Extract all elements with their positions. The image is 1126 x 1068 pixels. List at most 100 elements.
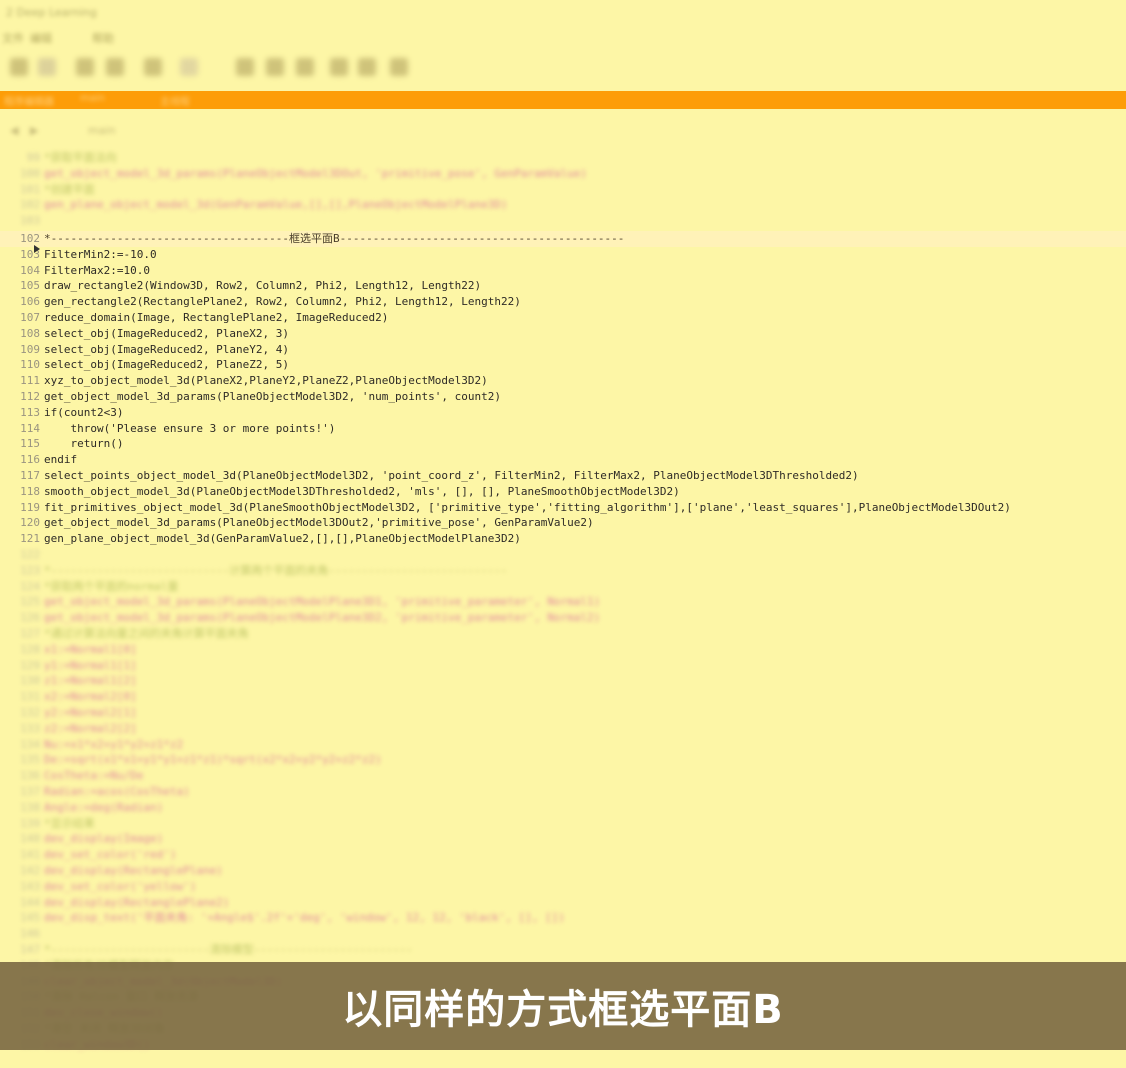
code-line[interactable]: 106 gen_rectangle2(RectanglePlane2, Row2,… (0, 294, 1126, 310)
editor-nav-bar: ◀ ▶ main (0, 118, 1126, 144)
code-line[interactable]: 118 smooth_object_model_3d(PlaneObjectMod… (0, 484, 1126, 500)
code-line[interactable]: 131 x2:=Normal2[0] (0, 689, 1126, 705)
line-number: 106 (20, 295, 40, 309)
code-line[interactable]: 112 get_object_model_3d_params(PlaneObjec… (0, 389, 1126, 405)
code-line[interactable]: 142 dev_display(RectanglePlane) (0, 863, 1126, 879)
menu-item-help[interactable]: 帮助 (92, 30, 114, 46)
measure-icon[interactable] (296, 58, 314, 76)
code-line[interactable]: 101 *创建平面 (0, 182, 1126, 198)
line-number: 121 (20, 532, 40, 546)
menu-item-edit[interactable]: 编辑 (30, 30, 52, 46)
line-number: 113 (20, 405, 40, 419)
line-number: 104 (20, 263, 40, 277)
code-line[interactable]: 146 (0, 926, 1126, 942)
code-line[interactable]: 122 (0, 547, 1126, 563)
code-line[interactable]: 102 gen_plane_object_model_3d(GenParamVal… (0, 197, 1126, 213)
back-icon[interactable]: ◀ (10, 124, 18, 137)
code-line[interactable]: 110 select_obj(ImageReduced2, PlaneZ2, 5) (0, 357, 1126, 373)
search-icon[interactable] (236, 58, 254, 76)
code-line[interactable]: 135 De:=sqrt(x1*x1+y1*y1+z1*z1)*sqrt(x2*x… (0, 752, 1126, 768)
code-line[interactable]: 130 z1:=Normal1[2] (0, 673, 1126, 689)
code-line[interactable]: 117 select_points_object_model_3d(PlaneOb… (0, 468, 1126, 484)
line-code: y2:=Normal2[1] (44, 706, 137, 719)
line-code: dev_display(Image) (44, 832, 164, 846)
code-line[interactable]: 147 *------------------------清除模型--------… (0, 942, 1126, 958)
line-code: *------------------------------------框选平… (44, 232, 625, 245)
code-line[interactable]: 120 get_object_model_3d_params(PlaneObjec… (0, 515, 1126, 531)
code-line[interactable]: 99 *获取平面法向 (0, 150, 1126, 166)
edit-icon[interactable] (144, 58, 162, 76)
code-line[interactable]: 139 *显示结果 (0, 816, 1126, 832)
code-line[interactable]: 115 return() (0, 436, 1126, 452)
profile-icon[interactable] (358, 58, 376, 76)
code-line[interactable]: 119 fit_primitives_object_model_3d(PlaneS… (0, 500, 1126, 516)
line-number: 107 (20, 311, 40, 324)
code-line[interactable]: 129 y1:=Normal1[1] (0, 658, 1126, 674)
new-file-icon[interactable] (10, 58, 28, 76)
line-code: select_obj(ImageReduced2, PlaneX2, 3) (44, 326, 290, 340)
code-line[interactable]: 144 dev_display(RectanglePlane2) (0, 895, 1126, 911)
line-number: 134 (20, 737, 40, 751)
chart-icon[interactable] (266, 58, 284, 76)
print-icon[interactable] (106, 58, 124, 76)
code-line[interactable]: 104 FilterMax2:=10.0 (0, 263, 1126, 279)
code-line[interactable]: 128 x1:=Normal1[0] (0, 642, 1126, 658)
code-line[interactable]: 123 *---------------------------计算两个平面的夹角… (0, 563, 1126, 579)
save-icon[interactable] (76, 58, 94, 76)
line-code: get_object_model_3d_params(PlaneObjectMo… (44, 516, 594, 530)
code-line[interactable]: 105 draw_rectangle2(Window3D, Row2, Colum… (0, 278, 1126, 294)
menu-item-file[interactable]: 文件 (2, 30, 24, 46)
code-line[interactable]: 140 dev_display(Image) (0, 831, 1126, 847)
video-subtitle: 以同样的方式框选平面B (342, 987, 784, 1033)
procedure-selector[interactable]: main (88, 124, 115, 137)
code-line[interactable]: 107 reduce_domain(Image, RectanglePlane2,… (0, 310, 1126, 326)
code-line[interactable]: 121 gen_plane_object_model_3d(GenParamVal… (0, 531, 1126, 547)
code-line[interactable]: 108 select_obj(ImageReduced2, PlaneX2, 3) (0, 326, 1126, 342)
procedure-label: main (80, 93, 105, 104)
line-number: 122 (20, 548, 40, 561)
code-line[interactable]: 138 Angle:=deg(Radian) (0, 800, 1126, 816)
code-line[interactable]: 113 if(count2<3) (0, 405, 1126, 421)
line-code: x1:=Normal1[0] (44, 642, 137, 656)
code-line[interactable]: 145 dev_disp_text('平面夹角: '+Angle$'.2f'+'d… (0, 910, 1126, 926)
code-line[interactable]: 137 Radian:=acos(CosTheta) (0, 784, 1126, 800)
line-number: 144 (20, 895, 40, 909)
code-line[interactable]: 109 select_obj(ImageReduced2, PlaneY2, 4) (0, 342, 1126, 358)
line-code: dev_display(RectanglePlane2) (44, 895, 230, 909)
settings-icon[interactable] (180, 58, 198, 76)
line-number: 131 (20, 690, 40, 704)
code-line[interactable]: 125 get_object_model_3d_params(PlaneObjec… (0, 594, 1126, 610)
line-code: gen_plane_object_model_3d(GenParamValue,… (44, 198, 508, 212)
code-line[interactable]: 141 dev_set_color('red') (0, 847, 1126, 863)
line-code: *---------------------------计算两个平面的夹角---… (44, 563, 508, 577)
code-line[interactable]: 111 xyz_to_object_model_3d(PlaneX2,PlaneY… (0, 373, 1126, 389)
code-line[interactable]: 100 get_object_model_3d_params(PlaneObjec… (0, 166, 1126, 182)
code-line[interactable]: 103 (0, 213, 1126, 229)
code-line[interactable]: 136 CosTheta:=Nu/De (0, 768, 1126, 784)
code-line[interactable]: 103 FilterMin2:=-10.0 (0, 247, 1126, 263)
line-number: 138 (20, 800, 40, 814)
line-number: 127 (20, 627, 40, 640)
code-line[interactable]: 116 endif (0, 452, 1126, 468)
line-code: *获取两个平面的normal量 (44, 579, 179, 593)
current-line-arrow-icon (34, 245, 40, 253)
open-file-icon[interactable] (38, 58, 56, 76)
line-number: 142 (20, 864, 40, 877)
line-code: dev_set_color('yellow') (44, 879, 197, 893)
text-icon[interactable] (390, 58, 408, 76)
code-line[interactable]: 133 z2:=Normal2[2] (0, 721, 1126, 737)
line-code: xyz_to_object_model_3d(PlaneX2,PlaneY2,P… (44, 374, 488, 388)
code-line[interactable]: 127 *通过计算法向量之间的夹角计算平面夹角 (0, 626, 1126, 642)
code-line[interactable]: 134 Nu:=x1*x2+y1*y2+z1*z2 (0, 737, 1126, 753)
code-line[interactable]: 143 dev_set_color('yellow') (0, 879, 1126, 895)
code-line[interactable]: 126 get_object_model_3d_params(PlaneObjec… (0, 610, 1126, 626)
line-code: Nu:=x1*x2+y1*y2+z1*z2 (44, 737, 184, 751)
camera-icon[interactable] (330, 58, 348, 76)
code-editor[interactable]: 99 *获取平面法向 100 get_object_model_3d_params(P… (0, 146, 1126, 1051)
code-line[interactable]: 124 *获取两个平面的normal量 (0, 579, 1126, 595)
code-line[interactable]: 114 throw('Please ensure 3 or more point… (0, 421, 1126, 437)
line-code: draw_rectangle2(Window3D, Row2, Column2,… (44, 279, 482, 293)
forward-icon[interactable]: ▶ (30, 124, 38, 137)
section-separator-line[interactable]: 102 *------------------------------------… (0, 231, 1126, 247)
code-line[interactable]: 132 y2:=Normal2[1] (0, 705, 1126, 721)
